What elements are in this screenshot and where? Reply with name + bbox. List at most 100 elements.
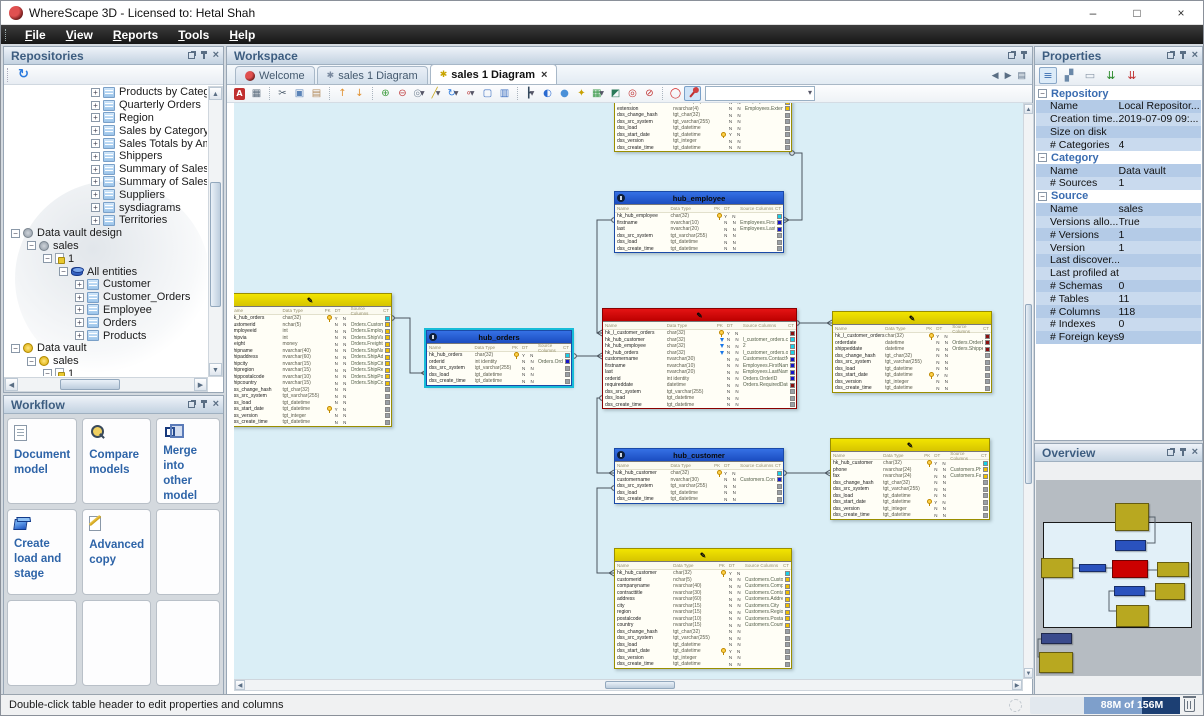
expand-icon[interactable]: +	[91, 126, 100, 136]
canvas-horizontal-scrollbar[interactable]: ◀ ▶	[234, 679, 1023, 691]
table-row[interactable]: dss_create_time tgt_datetime N N	[603, 402, 796, 409]
table-row[interactable]: dss_create_time tgt_datetime N N	[427, 378, 571, 385]
table-row[interactable]: country nvarchar(15) N NCustomers.Country	[615, 622, 791, 629]
table-row[interactable]: dss_create_time tgt_datetime N N	[234, 419, 391, 426]
tree-item-quarterly-orders[interactable]: + Quarterly Orders	[5, 99, 207, 112]
relationship-line[interactable]	[596, 487, 614, 574]
menu-item-tools[interactable]: Tools	[168, 28, 219, 42]
search-button[interactable]: ◎	[624, 86, 641, 101]
table-row[interactable]: customername nvarchar(30) N N Customers.Con…	[603, 356, 796, 363]
pin-panel-icon[interactable]	[1179, 51, 1187, 60]
add-table-button[interactable]: ▦ ▼	[590, 86, 607, 101]
tree-item-data-vault-design[interactable]: − Data vault design	[5, 227, 207, 240]
dropdown-caret-icon[interactable]: ▼	[470, 90, 475, 97]
hierarchy-view-button[interactable]: ▞	[1060, 67, 1078, 84]
relationship-line[interactable]	[596, 397, 614, 474]
scroll-right-icon[interactable]: ▶	[1012, 680, 1022, 690]
table-row[interactable]: shipvia int N NOrders.ShipVia	[234, 335, 391, 342]
canvas-vertical-scrollbar[interactable]: ▲ ▼	[1023, 103, 1034, 679]
table-title[interactable]: hub_employee	[615, 192, 783, 205]
cut-button[interactable]: ✂	[274, 86, 291, 101]
tab-sales-1-diagram[interactable]: ✱ sales 1 Diagram ×	[429, 64, 558, 84]
workflow-card-compare-models[interactable]: Compare models	[82, 418, 152, 504]
diagram-table-s_customer_orders_transact[interactable]: ✎ Name Data Type PK DT Source Columns CT hk_l_c…	[832, 311, 992, 393]
table-row[interactable]: customerid nchar(5) N NOrders.CustomerID	[234, 322, 391, 329]
select-frame-button[interactable]: ▢	[479, 86, 496, 101]
property-section-repository[interactable]: − Repository	[1036, 87, 1201, 100]
property-row[interactable]: Last discover...	[1036, 253, 1201, 267]
scroll-down-icon[interactable]: ▼	[1024, 668, 1033, 678]
table-row[interactable]: dss_create_time tgt_datetime N N	[615, 496, 783, 503]
close-panel-icon[interactable]: ×	[1192, 50, 1198, 61]
collapse-icon[interactable]: −	[43, 369, 52, 376]
property-row[interactable]: # Versions 1	[1036, 228, 1201, 242]
collapse-icon[interactable]: −	[11, 228, 20, 238]
float-panel-icon[interactable]	[187, 52, 195, 59]
menu-item-reports[interactable]: Reports	[103, 28, 168, 42]
workflow-card-merge-into-other-model[interactable]: Merge into other model	[156, 418, 220, 504]
table-row[interactable]: shippostalcode nvarchar(10) N N Orders.Ship…	[234, 374, 391, 381]
expand-icon[interactable]: +	[91, 203, 100, 213]
auto-layout-button[interactable]: ↻ ▼	[445, 86, 462, 101]
property-row[interactable]: # Foreign keys 9	[1036, 330, 1201, 344]
diagram-table-hub_orders[interactable]: hub_orders Name Data Type PK DT Source Column…	[424, 328, 574, 388]
menu-item-view[interactable]: View	[56, 28, 103, 42]
copy-button[interactable]: ▣	[291, 86, 308, 101]
tree-item-region[interactable]: + Region	[5, 112, 207, 125]
table-row[interactable]: orderid int identity N NOrders.OrderID	[603, 376, 796, 383]
tree-item-sales[interactable]: − sales	[5, 240, 207, 253]
dropdown-caret-icon[interactable]: ▼	[436, 90, 441, 97]
property-row[interactable]: Versions allo... True	[1036, 215, 1201, 229]
property-row[interactable]: Name Data vault	[1036, 164, 1201, 177]
expand-icon[interactable]: +	[75, 331, 84, 341]
print-button[interactable]: ▦	[248, 86, 265, 101]
tree-item-1[interactable]: −1	[5, 368, 207, 376]
table-row[interactable]: dss_create_time tgt_datetime N N	[615, 661, 791, 668]
property-row[interactable]: # Indexes 0	[1036, 317, 1201, 331]
tab-close-icon[interactable]: ×	[541, 69, 547, 81]
key-button[interactable]: ✦	[573, 86, 590, 101]
minimize-button[interactable]: –	[1071, 1, 1115, 25]
table-row[interactable]: firstname nvarchar(10) N NEmployees.FirstN…	[603, 363, 796, 370]
world-button[interactable]: ●	[556, 86, 573, 101]
table-row[interactable]: last nvarchar(20) N NEmployees.LastName	[603, 369, 796, 376]
diagram-filter-combobox[interactable]	[705, 86, 815, 101]
menu-item-help[interactable]: Help	[219, 28, 265, 42]
approve-button[interactable]: ↑	[334, 86, 351, 101]
table-row[interactable]: orderdate datetime N NOrders.OrderDate	[833, 340, 991, 347]
relationship-line[interactable]	[784, 152, 803, 221]
table-row[interactable]: customername nvarchar(30) N N Customers.Con…	[615, 477, 783, 484]
expand-icon[interactable]: +	[75, 305, 84, 315]
tree-vertical-scrollbar[interactable]: ▲ ▼	[208, 86, 223, 377]
draw-relationship-button[interactable]: ╱ ▼	[428, 86, 445, 101]
scroll-up-icon[interactable]: ▲	[209, 87, 222, 100]
reject-button[interactable]: ↓	[351, 86, 368, 101]
table-row[interactable]: shipregion nvarchar(15) N NOrders.ShipRegi…	[234, 367, 391, 374]
collapse-all-button[interactable]: ⇊	[1123, 67, 1141, 84]
list-view-button[interactable]: ≡	[1039, 66, 1057, 84]
collapse-icon[interactable]: −	[1038, 191, 1047, 201]
collapse-icon[interactable]: −	[27, 241, 36, 251]
diagram-table-clipped[interactable]: ✎NameData TypePKDTSource ColumnsCThomeph…	[614, 103, 792, 152]
pin-panel-icon[interactable]	[200, 51, 208, 60]
table-row[interactable]: contracttitle nvarchar(30) N N Customers.Co…	[615, 590, 791, 597]
expand-all-button[interactable]: ⇊	[1102, 67, 1120, 84]
diagram-canvas[interactable]: ✎NameData TypePKDTSource ColumnsCThomeph…	[234, 103, 1023, 679]
maximize-button[interactable]: □	[1115, 1, 1159, 25]
zoom-select-button[interactable]: ◎ ▼	[411, 86, 428, 101]
table-row[interactable]: hk_hub_employee char(32) N N2	[603, 343, 796, 350]
workflow-card-document-model[interactable]: Document model	[7, 418, 78, 504]
scroll-left-icon[interactable]: ◀	[5, 378, 18, 391]
tree-item-customer[interactable]: + Customer	[5, 278, 207, 291]
table-title[interactable]: ✎	[603, 309, 796, 322]
property-row[interactable]: # Columns 118	[1036, 305, 1201, 318]
property-row[interactable]: Last profiled at	[1036, 266, 1201, 280]
float-panel-icon[interactable]	[1166, 449, 1174, 456]
table-row[interactable]: dss_create_time tgt_datetime N N	[833, 385, 991, 392]
scroll-thumb[interactable]	[605, 681, 675, 689]
close-panel-icon[interactable]: ×	[1192, 447, 1198, 458]
expand-icon[interactable]: +	[91, 190, 100, 200]
export-pdf-button[interactable]: A	[231, 86, 248, 101]
expand-icon[interactable]: +	[75, 292, 84, 302]
scroll-thumb[interactable]	[210, 182, 221, 307]
